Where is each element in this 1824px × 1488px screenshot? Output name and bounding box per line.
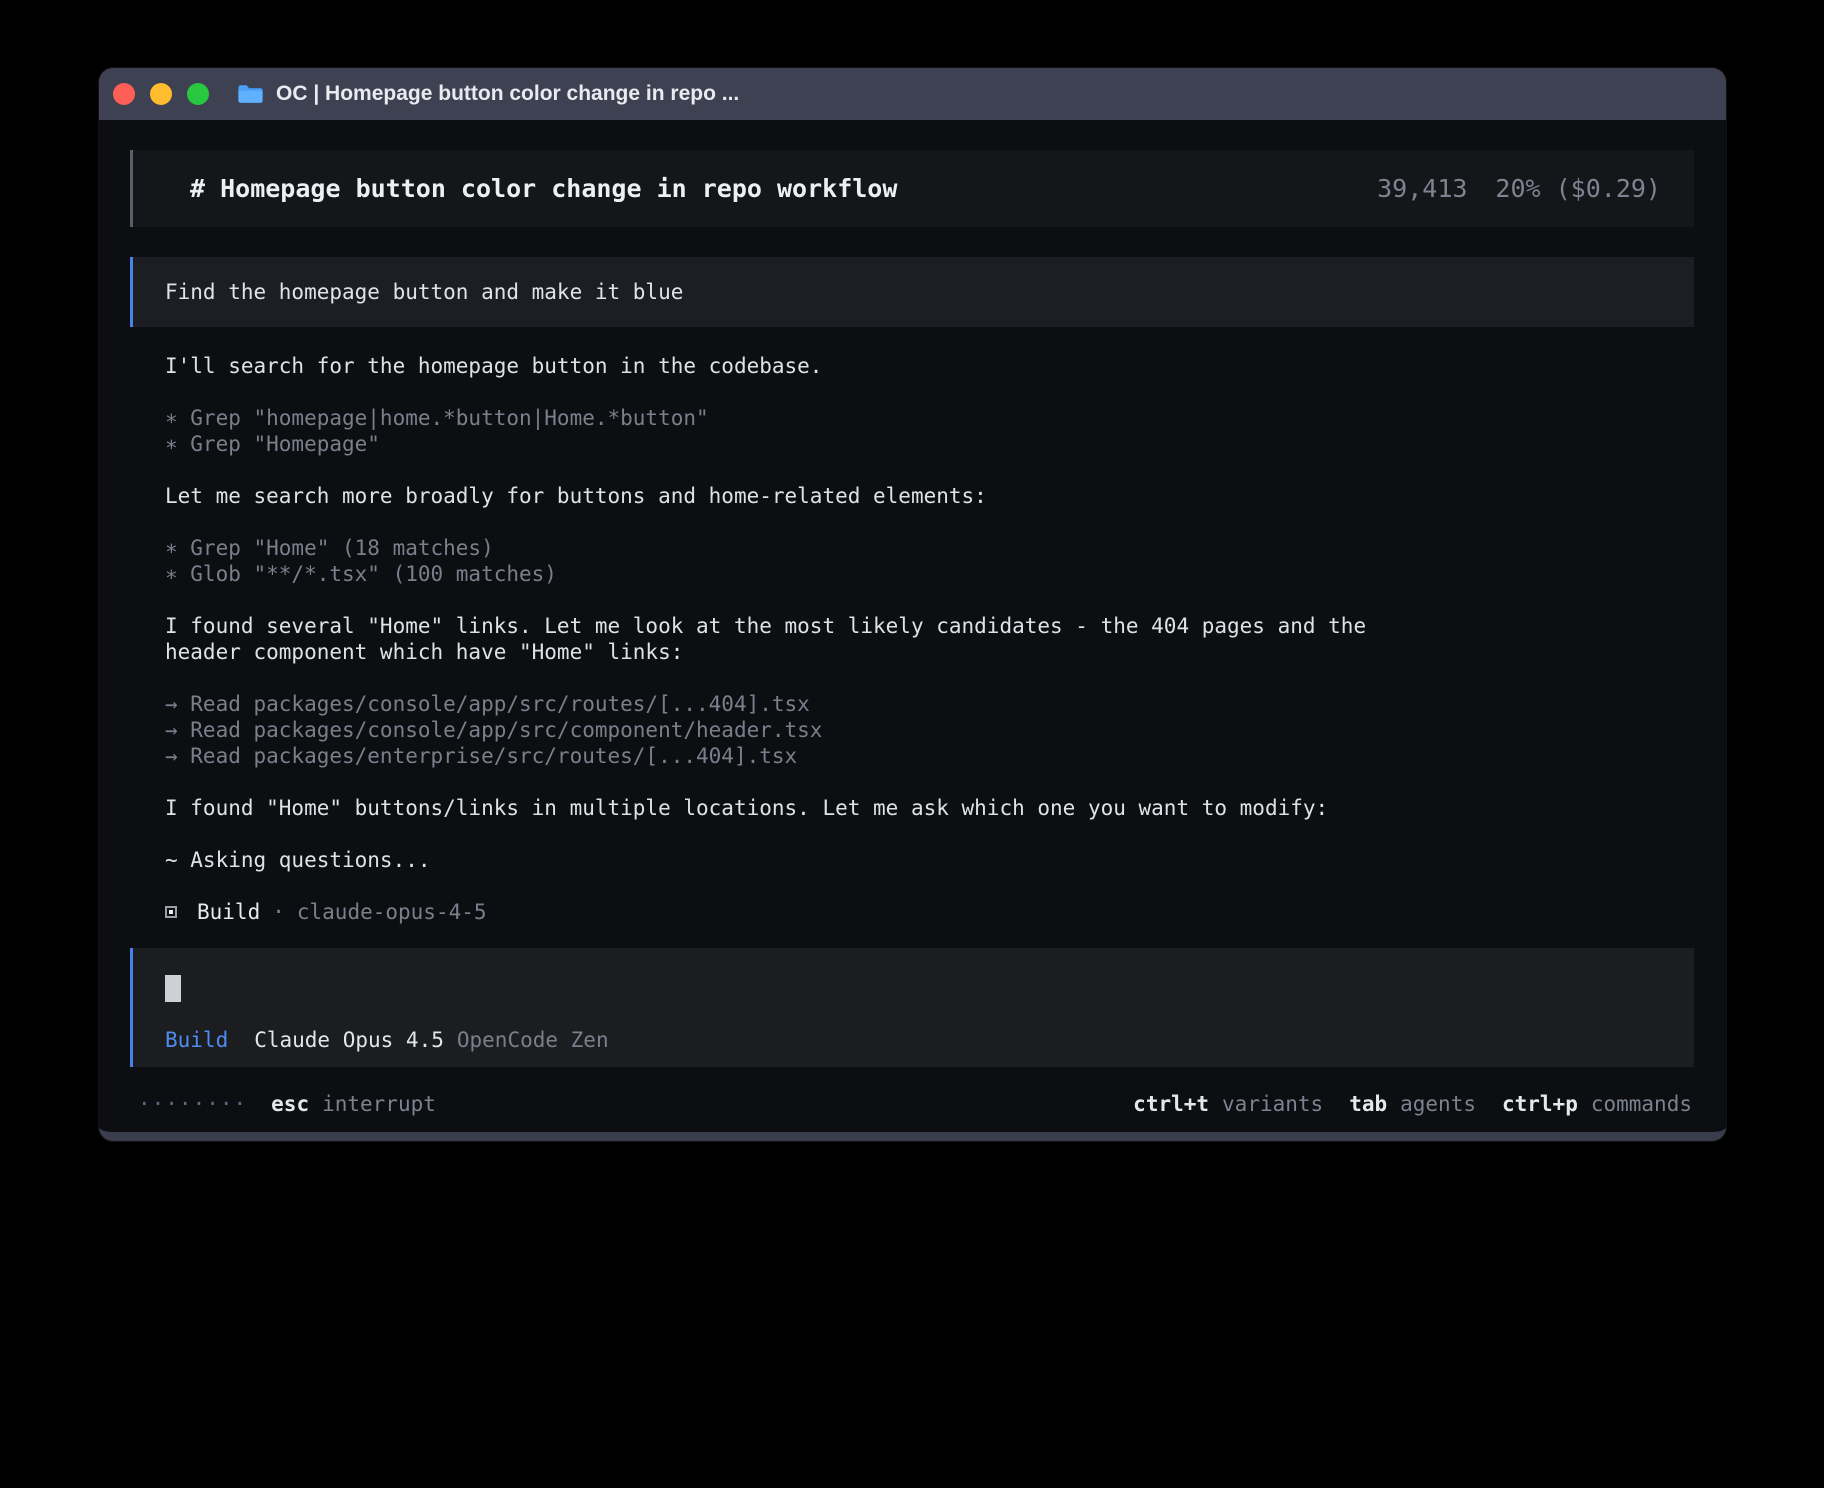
assistant-text: I found "Home" buttons/links in multiple… [165,795,1405,821]
desktop-background: OC | Homepage button color change in rep… [0,0,1824,1488]
agent-row: Build · claude-opus-4-5 [165,899,1694,925]
shortcut-label: agents [1400,1091,1476,1117]
tool-call-grep: ∗ Grep "Homepage" [165,431,1694,457]
tool-call-group: → Read packages/console/app/src/routes/[… [165,691,1694,769]
shortcut-key: ctrl+t [1133,1091,1209,1117]
shortcut-key: ctrl+p [1502,1091,1578,1117]
user-message: Find the homepage button and make it blu… [130,257,1694,327]
folder-icon [237,83,264,105]
agent-name: Build [197,899,260,925]
tool-call-grep: ∗ Grep "homepage|home.*button|Home.*butt… [165,405,1694,431]
user-message-text: Find the homepage button and make it blu… [165,280,683,304]
shortcut-key: tab [1349,1091,1387,1117]
esc-key-hint: esc [271,1091,309,1117]
context-usage: 20% ($0.29) [1495,176,1661,202]
tool-call-read: → Read packages/console/app/src/componen… [165,717,1694,743]
tool-call-read: → Read packages/console/app/src/routes/[… [165,691,1694,717]
agent-icon [165,906,177,918]
shortcut-label: commands [1591,1091,1692,1117]
session-title: # Homepage button color change in repo w… [190,176,897,202]
terminal-content: # Homepage button color change in repo w… [99,120,1726,1132]
spinner-icon: ········ [138,1091,247,1117]
conversation: I'll search for the homepage button in t… [165,353,1694,873]
shortcut-commands: ctrl+p commands [1502,1091,1692,1117]
assistant-text: I'll search for the homepage button in t… [165,353,1405,379]
session-stats: 39,413 20% ($0.29) [1377,176,1661,202]
close-window-button[interactable] [113,83,135,105]
tool-call-group: ∗ Grep "homepage|home.*button|Home.*butt… [165,405,1694,457]
prompt-input[interactable]: Build Claude Opus 4.5 OpenCode Zen [130,948,1694,1067]
model-name[interactable]: Claude Opus 4.5 [254,1027,444,1053]
tool-call-group: ∗ Grep "Home" (18 matches) ∗ Glob "**/*.… [165,535,1694,587]
status-right: ctrl+t variants tab agents ctrl+p comman… [1133,1091,1692,1117]
shortcut-label: variants [1222,1091,1323,1117]
status-bar: ········ esc interrupt ctrl+t variants t… [130,1091,1694,1117]
text-cursor [165,975,181,1002]
assistant-text: Let me search more broadly for buttons a… [165,483,1405,509]
window-title-group: OC | Homepage button color change in rep… [237,82,739,106]
session-header: # Homepage button color change in repo w… [130,150,1694,227]
agent-model: claude-opus-4-5 [297,899,487,925]
tool-call-read: → Read packages/enterprise/src/routes/[.… [165,743,1694,769]
agent-separator: · [272,899,285,925]
assistant-text: I found several "Home" links. Let me loo… [165,613,1405,665]
assistant-status-text: ~ Asking questions... [165,847,1405,873]
token-count: 39,413 [1377,176,1467,202]
window-controls [113,83,209,105]
status-left: ········ esc interrupt [138,1091,436,1117]
terminal-window: OC | Homepage button color change in rep… [99,68,1726,1141]
provider-name: OpenCode Zen [457,1027,609,1053]
minimize-window-button[interactable] [150,83,172,105]
zoom-window-button[interactable] [187,83,209,105]
window-titlebar[interactable]: OC | Homepage button color change in rep… [99,68,1726,120]
window-title: OC | Homepage button color change in rep… [276,82,739,106]
mode-indicator[interactable]: Build [165,1027,228,1053]
shortcut-variants: ctrl+t variants [1133,1091,1323,1117]
input-footer: Build Claude Opus 4.5 OpenCode Zen [165,1027,1664,1053]
esc-key-label: interrupt [322,1091,436,1117]
tool-call-glob: ∗ Glob "**/*.tsx" (100 matches) [165,561,1694,587]
shortcut-agents: tab agents [1349,1091,1476,1117]
tool-call-grep: ∗ Grep "Home" (18 matches) [165,535,1694,561]
